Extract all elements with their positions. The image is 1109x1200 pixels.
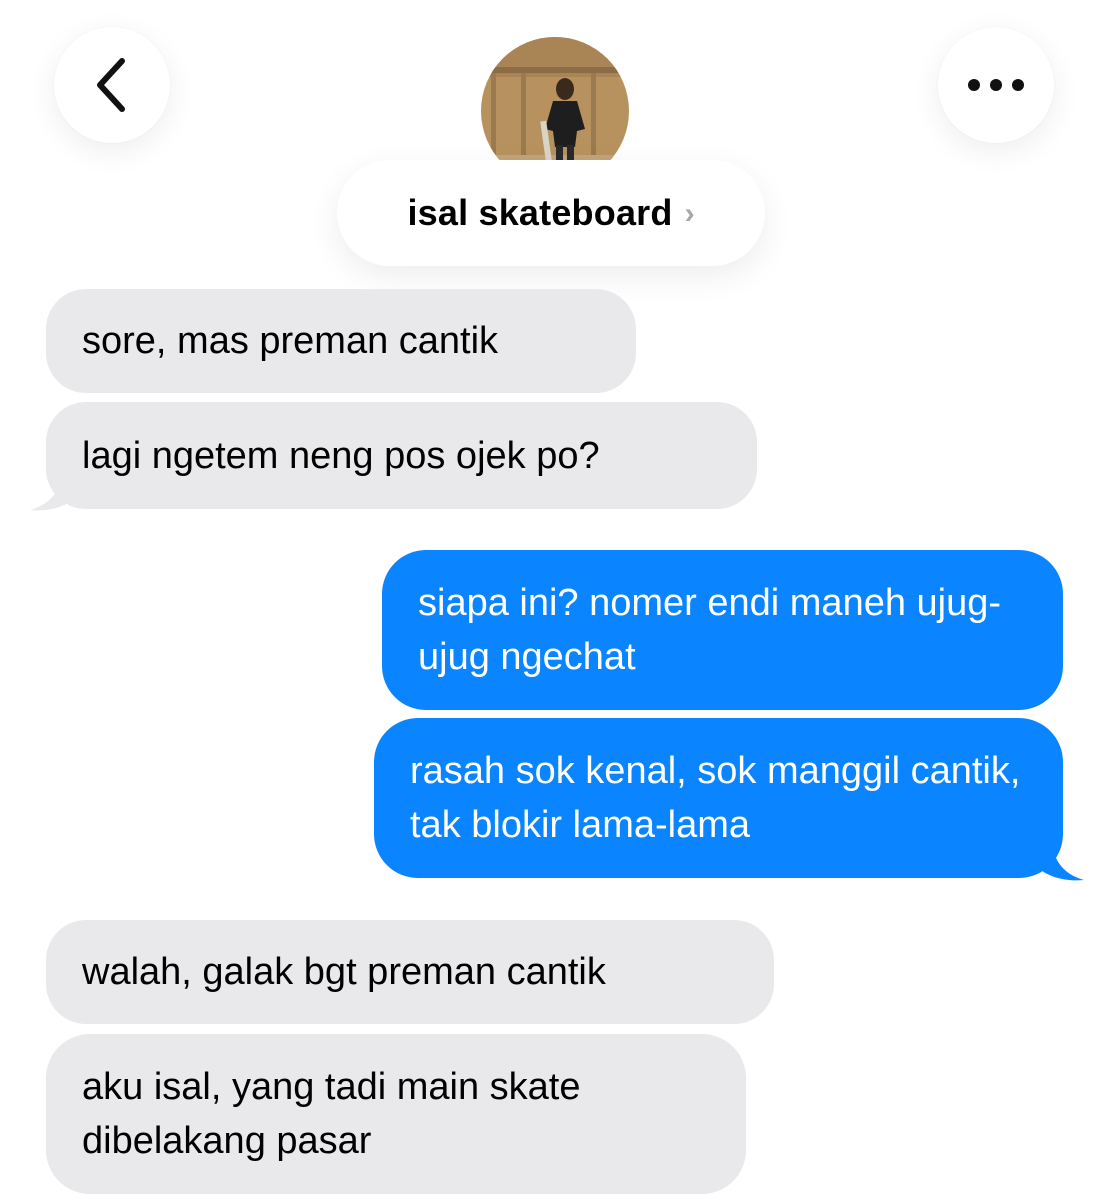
chevron-left-icon — [97, 58, 125, 112]
chevron-right-icon: › — [684, 197, 695, 230]
message-text: lagi ngetem neng pos ojek po? — [82, 434, 600, 477]
contact-name-pill[interactable]: isal skateboard › — [337, 160, 765, 266]
message-text: siapa ini? nomer endi maneh ujug-ujug ng… — [418, 582, 1002, 678]
message-text: aku isal, yang tadi main skate dibelakan… — [82, 1066, 581, 1162]
more-options-button[interactable] — [938, 27, 1054, 143]
message-text: rasah sok kenal, sok manggil cantik, tak… — [410, 750, 1021, 846]
ellipsis-icon — [968, 79, 1024, 91]
outgoing-message-bubble[interactable]: siapa ini? nomer endi maneh ujug-ujug ng… — [382, 550, 1063, 710]
incoming-message-bubble[interactable]: lagi ngetem neng pos ojek po? — [46, 402, 757, 509]
outgoing-message-bubble[interactable]: rasah sok kenal, sok manggil cantik, tak… — [374, 718, 1063, 878]
contact-name: isal skateboard — [407, 192, 673, 233]
incoming-message-bubble[interactable]: walah, galak bgt preman cantik — [46, 920, 774, 1024]
incoming-message-bubble[interactable]: sore, mas preman cantik — [46, 289, 636, 393]
message-text: walah, galak bgt preman cantik — [82, 951, 606, 993]
outgoing-bubble-tail — [1036, 838, 1084, 881]
incoming-message-bubble[interactable]: aku isal, yang tadi main skate dibelakan… — [46, 1034, 746, 1194]
incoming-bubble-tail — [30, 470, 78, 511]
message-text: sore, mas preman cantik — [82, 320, 499, 362]
back-button[interactable] — [54, 27, 170, 143]
